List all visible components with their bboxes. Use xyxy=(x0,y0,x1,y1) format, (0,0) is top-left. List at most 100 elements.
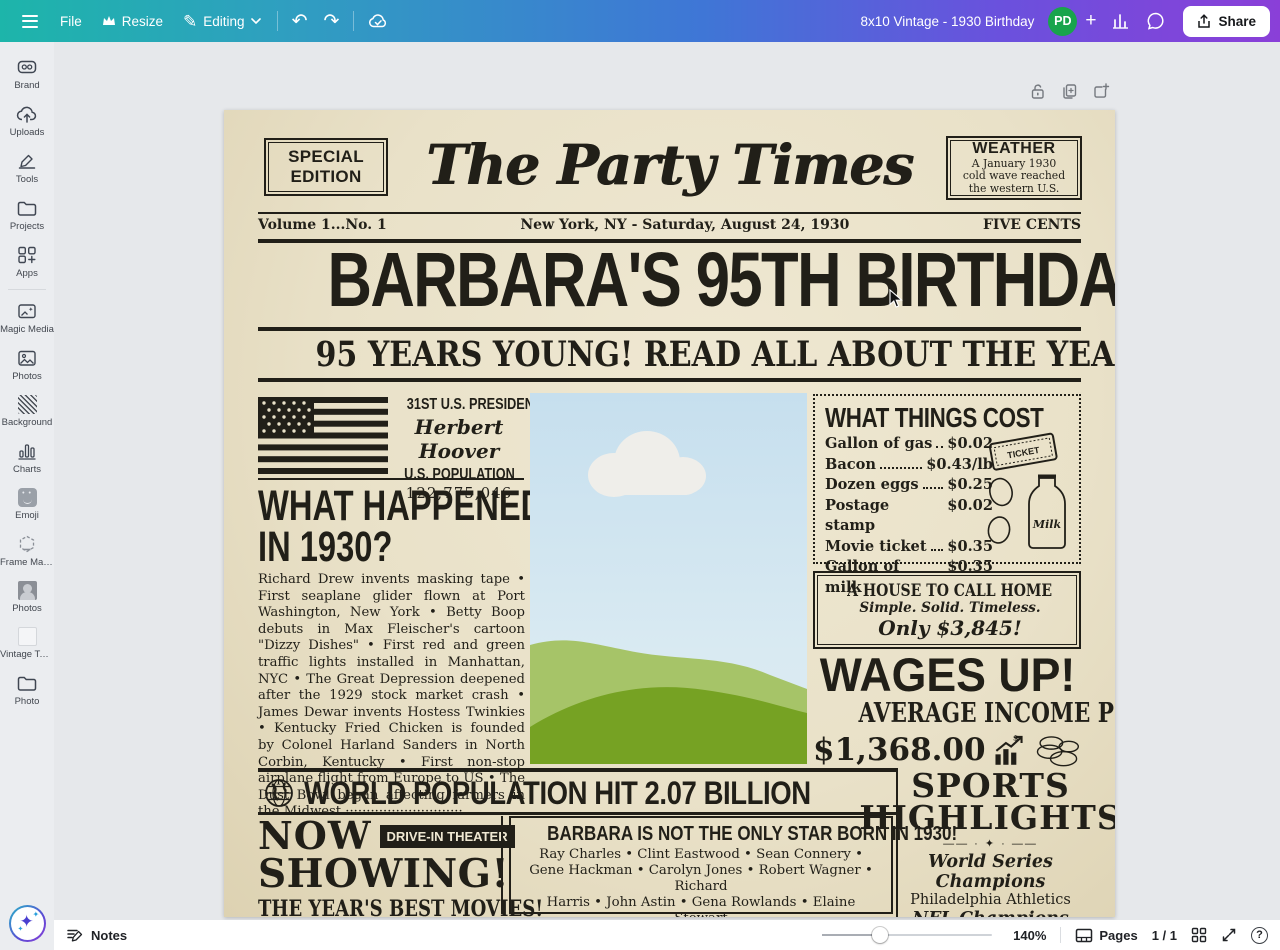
lock-page-button[interactable] xyxy=(1029,82,1046,105)
editing-mode-button[interactable]: ✎ Editing xyxy=(173,7,271,36)
wages-amount-row[interactable]: $1,368.00 $ xyxy=(813,730,1081,770)
world-population-banner[interactable]: WORLD POPULATION HIT 2.07 BILLION xyxy=(258,774,898,812)
top-toolbar: File Resize ✎ Editing ↶ ↷ 8x10 Vintage -… xyxy=(0,0,1280,42)
comment-icon xyxy=(1146,12,1165,30)
pages-button[interactable]: Pages xyxy=(1075,928,1137,943)
sidebar-item-label: Projects xyxy=(10,221,44,232)
weather-line: the western U.S. xyxy=(969,183,1060,196)
menu-icon[interactable] xyxy=(10,7,50,36)
sidebar-item-projects[interactable]: Projects xyxy=(0,191,54,238)
crown-icon xyxy=(102,15,116,27)
redo-icon: ↷ xyxy=(323,12,339,31)
page-indicator: 1 / 1 xyxy=(1152,928,1177,943)
hills-illustration xyxy=(530,393,807,764)
sidebar-item-vintage-textures[interactable]: Vintage Tex… xyxy=(0,620,54,666)
svg-text:$: $ xyxy=(1012,733,1017,742)
file-menu-label: File xyxy=(60,14,82,29)
house-price: Only $3,845! xyxy=(829,616,1070,640)
editor-workspace: SPECIAL EDITION The Party Times WEATHER … xyxy=(54,42,1280,920)
sidebar-item-frame-maker[interactable]: Frame Maker xyxy=(0,527,54,574)
what-things-cost-box[interactable]: WHAT THINGS COST $ Gallon of gas$0.02 Ba… xyxy=(813,394,1081,564)
pen-icon xyxy=(16,151,38,171)
us-flag-illustration[interactable] xyxy=(258,397,388,474)
now-text: NOW xyxy=(258,818,372,854)
canva-ai-button[interactable]: ✦ ✦ ✦ xyxy=(9,905,46,942)
now-showing-block[interactable]: NOW DRIVE-IN THEATER xyxy=(258,818,498,854)
grid-view-icon xyxy=(1191,927,1207,943)
sidebar-item-photo-folder[interactable]: Photo xyxy=(0,666,54,713)
stars-names-line: Gene Hackman • Carolyn Jones • Robert Wa… xyxy=(521,863,881,895)
svg-text:Milk: Milk xyxy=(1032,518,1062,531)
sidebar-item-label: Apps xyxy=(16,268,38,279)
grid-view-button[interactable] xyxy=(1191,927,1207,943)
zoom-slider-thumb[interactable] xyxy=(872,927,888,943)
add-page-button[interactable] xyxy=(1092,82,1110,105)
headline-text: BARBARA'S 95TH BIRTHDAY xyxy=(327,240,1115,320)
coins-icon xyxy=(1034,730,1081,770)
left-sidebar: Brand Uploads Tools Projects Apps xyxy=(0,42,54,950)
sidebar-divider xyxy=(8,289,46,290)
sidebar-item-photos[interactable]: Photos xyxy=(0,341,54,388)
duplicate-page-button[interactable] xyxy=(1060,82,1078,105)
file-menu-button[interactable]: File xyxy=(50,8,92,35)
redo-button[interactable]: ↷ xyxy=(315,7,347,36)
goods-illustrations: TICKET Milk xyxy=(983,430,1071,552)
nfl-champions-title: NFL Champions xyxy=(900,909,1081,917)
sidebar-item-apps[interactable]: Apps xyxy=(0,238,54,285)
hexagon-frame-icon xyxy=(16,534,38,554)
sidebar-item-uploads[interactable]: Uploads xyxy=(0,97,54,144)
background-pattern-icon xyxy=(18,395,37,414)
undo-button[interactable]: ↶ xyxy=(284,7,316,36)
dateline[interactable]: Volume 1...No. 1 New York, NY - Saturday… xyxy=(258,217,1081,233)
sidebar-item-emoji[interactable]: Emoji xyxy=(0,481,54,527)
stars-born-box[interactable]: BARBARA IS NOT THE ONLY STAR BORN IN 193… xyxy=(509,816,893,914)
sidebar-item-label: Brand xyxy=(14,80,39,91)
sidebar-item-photos-app[interactable]: Photos xyxy=(0,574,54,620)
sidebar-item-label: Charts xyxy=(13,464,41,475)
fullscreen-button[interactable] xyxy=(1221,927,1237,943)
world-series-value: Philadelphia Athletics xyxy=(900,892,1081,909)
zoom-level[interactable]: 140% xyxy=(1006,928,1046,943)
zoom-slider[interactable] xyxy=(822,927,992,943)
sidebar-item-magic-media[interactable]: Magic Media xyxy=(0,294,54,341)
undo-icon: ↶ xyxy=(292,12,308,31)
share-button[interactable]: Share xyxy=(1183,6,1270,37)
house-ad-box[interactable]: A HOUSE TO CALL HOME Simple. Solid. Time… xyxy=(813,571,1081,649)
sidebar-item-brand[interactable]: Brand xyxy=(0,50,54,97)
what-happened-line1: WHAT HAPPENED xyxy=(258,485,544,528)
avatar[interactable]: PD xyxy=(1048,7,1077,36)
add-member-button[interactable]: + xyxy=(1077,8,1104,34)
notes-button[interactable]: Notes xyxy=(66,927,127,943)
comments-button[interactable] xyxy=(1138,7,1173,35)
resize-button[interactable]: Resize xyxy=(92,8,173,35)
design-canvas-page[interactable]: SPECIAL EDITION The Party Times WEATHER … xyxy=(224,110,1115,917)
sidebar-item-label: Photos xyxy=(12,603,42,614)
stars-names-line: Ray Charles • Clint Eastwood • Sean Conn… xyxy=(521,847,881,863)
wages-title[interactable]: WAGES UP! xyxy=(813,651,1081,698)
sidebar-item-tools[interactable]: Tools xyxy=(0,144,54,191)
resize-label: Resize xyxy=(122,14,163,29)
statusbar-divider xyxy=(1060,927,1061,943)
texture-swatch-icon xyxy=(18,627,37,646)
bottom-status-bar: Notes 140% Pages 1 / 1 xyxy=(54,920,1280,950)
subheadline[interactable]: 95 YEARS YOUNG! READ ALL ABOUT THE YEAR … xyxy=(224,334,1115,375)
drive-in-theater-tag: DRIVE-IN THEATER xyxy=(380,825,515,848)
sports-highlights-block[interactable]: SPORTS HIGHLIGHTS —— · ✦ · —— World Seri… xyxy=(900,770,1081,917)
help-button[interactable]: ? xyxy=(1251,927,1268,944)
weather-box[interactable]: WEATHER A January 1930 cold wave reached… xyxy=(946,136,1082,200)
design-title[interactable]: 8x10 Vintage - 1930 Birthday xyxy=(860,14,1048,29)
sparkle-icon: ✦ xyxy=(33,910,40,919)
headline[interactable]: BARBARA'S 95TH BIRTHDAY xyxy=(224,240,1115,320)
photo-placeholder[interactable] xyxy=(530,393,807,764)
sparkle-icon: ✦ xyxy=(18,925,24,933)
sidebar-item-charts[interactable]: Charts xyxy=(0,434,54,481)
showing-text[interactable]: SHOWING! xyxy=(258,855,509,894)
wages-amount: $1,368.00 xyxy=(813,732,986,768)
sidebar-item-label: Frame Maker xyxy=(0,557,54,568)
insights-button[interactable] xyxy=(1104,8,1138,34)
save-status-button[interactable] xyxy=(360,7,396,35)
wages-subtitle[interactable]: AVERAGE INCOME PER YEAR xyxy=(813,700,1081,727)
upload-cloud-icon xyxy=(16,104,38,124)
what-happened-line2: IN 1930? xyxy=(258,526,392,569)
sidebar-item-background[interactable]: Background xyxy=(0,388,54,434)
